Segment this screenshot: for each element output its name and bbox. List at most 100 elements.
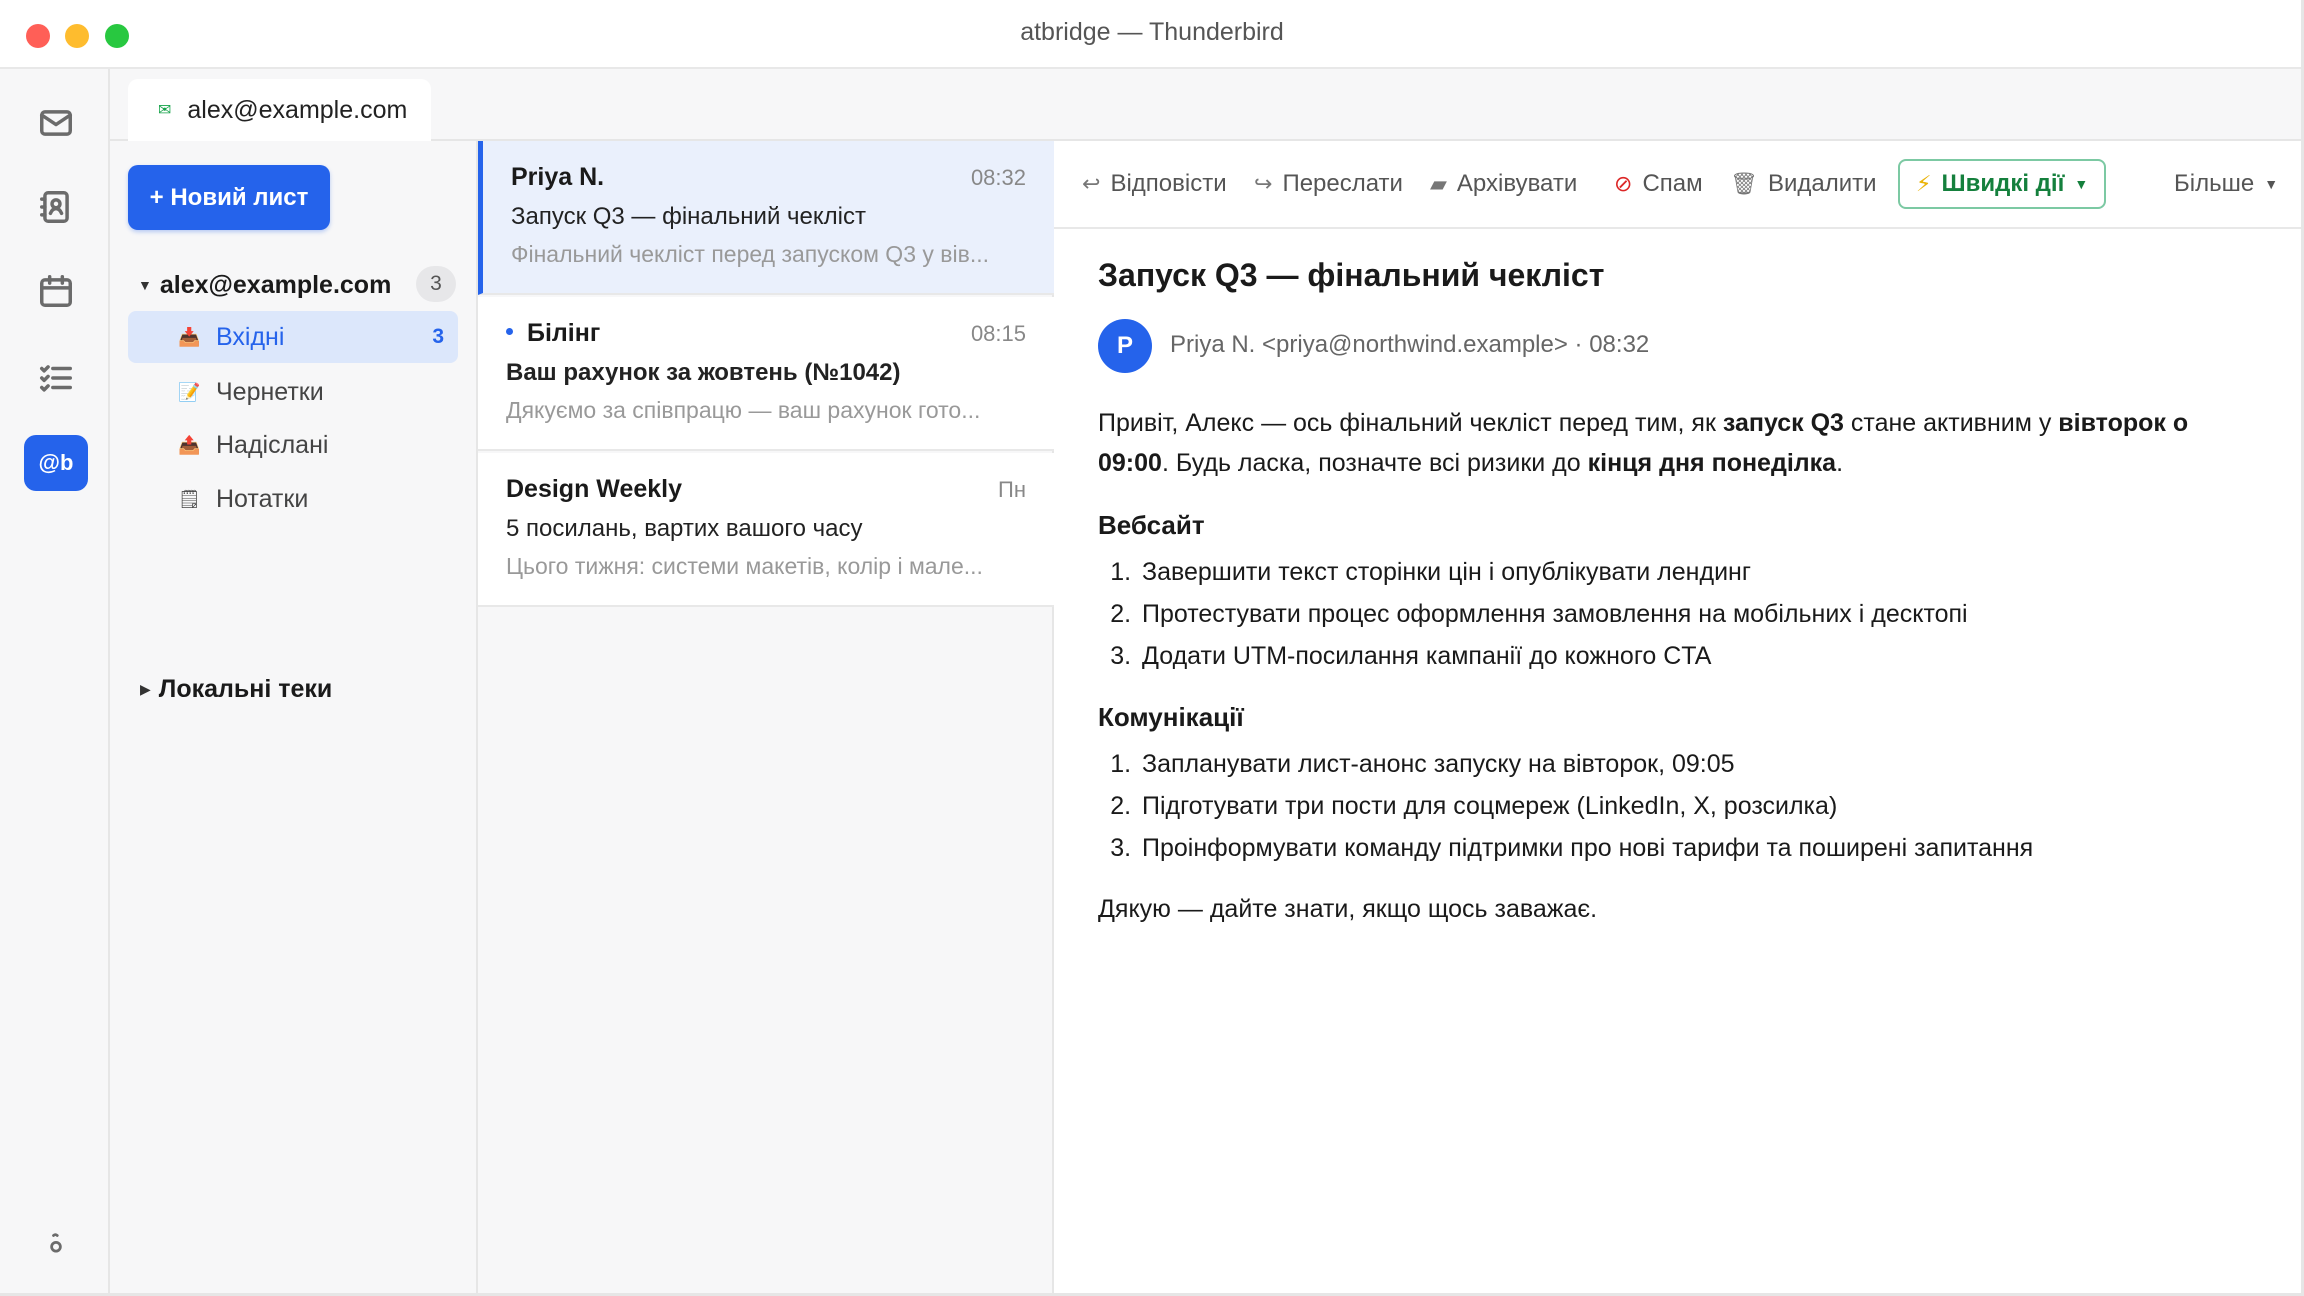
message-toolbar: ↩ Відповісти ↪ Переслати ▰ Архівувати ⊘ … (1054, 141, 2304, 229)
mail-icon (40, 110, 72, 136)
local-folders-label: Локальні теки (158, 675, 333, 703)
new-message-button[interactable]: + Новий лист (128, 165, 330, 230)
forward-button[interactable]: ↪ Переслати (1254, 159, 1403, 209)
message-sender: Design Weekly (506, 475, 683, 503)
folder-label: Чернетки (216, 377, 324, 406)
mail-space-button[interactable] (24, 95, 88, 151)
more-button[interactable]: Більше ▼ (2174, 159, 2278, 209)
spam-label: Спам (1642, 170, 1703, 197)
intro-text: стане активним у (1843, 409, 2059, 437)
chevron-down-icon[interactable]: ▼ (138, 277, 152, 293)
folder-label: Нотатки (216, 484, 309, 513)
folder-sent[interactable]: 📤 Надіслані (128, 419, 458, 471)
intro-bold: запуск Q3 (1722, 409, 1844, 437)
folder-unread-count: 3 (432, 325, 444, 348)
delete-button[interactable]: 🗑 Видалити (1730, 159, 1877, 209)
chevron-right-icon[interactable]: ▶ (140, 681, 151, 698)
unread-dot-icon (506, 327, 513, 335)
checklist: Запланувати лист-анонс запуску на вівтор… (1138, 743, 2258, 869)
address-book-button[interactable] (24, 179, 88, 235)
spam-icon: ⊘ (1614, 171, 1633, 196)
trash-icon: 🗑 (1730, 171, 1758, 196)
sender-line[interactable]: Priya N. <priya@northwind.example> · 08:… (1170, 331, 1649, 359)
folder-notes[interactable]: 🗒 Нотатки (128, 473, 458, 525)
calendar-icon (40, 275, 72, 307)
message-subject: 5 посилань, вартих вашого часу (506, 515, 863, 542)
spam-button[interactable]: ⊘ Спам (1614, 159, 1703, 209)
more-label: Більше (2174, 170, 2255, 197)
checklist-item: Проінформувати команду підтримки про нов… (1138, 827, 2258, 869)
atbridge-space-button[interactable]: @b (24, 435, 88, 491)
message-time: 08:32 (970, 165, 1026, 190)
address-book-icon (40, 191, 69, 223)
message-list: Priya N. 08:32 Запуск Q3 — фінальний чек… (478, 141, 1054, 1296)
reading-pane: ↩ Відповісти ↪ Переслати ▰ Архівувати ⊘ … (1054, 141, 2304, 1296)
intro-paragraph: Привіт, Алекс — ось фінальний чекліст пе… (1098, 403, 2258, 483)
checklist: Завершити текст сторінки цін і опублікув… (1138, 551, 2258, 677)
archive-icon: ▰ (1430, 171, 1447, 196)
tasks-button[interactable] (24, 350, 88, 406)
message-row[interactable]: Білінг 08:15 Ваш рахунок за жовтень (№10… (478, 297, 1054, 451)
notes-icon: 🗒 (178, 488, 201, 509)
checklist-item: Запланувати лист-анонс запуску на вівтор… (1138, 743, 2258, 785)
sent-icon: 📤 (178, 434, 201, 455)
message-time: 08:15 (970, 321, 1026, 346)
closing-paragraph: Дякую — дайте знати, якщо щось заважає. (1098, 895, 1598, 923)
delete-label: Видалити (1767, 170, 1877, 197)
account-unread-badge: 3 (416, 266, 456, 302)
intro-text: Привіт, Алекс — ось фінальний чекліст пе… (1098, 409, 1723, 437)
section-heading: Комунікації (1098, 702, 1244, 732)
tab-bar: ✉ alex@example.com (110, 69, 2304, 141)
archive-button[interactable]: ▰ Архівувати (1430, 159, 1577, 209)
account-name: alex@example.com (159, 270, 392, 299)
title-bar: atbridge — Thunderbird (0, 0, 2304, 69)
message-body: Привіт, Алекс — ось фінальний чекліст пе… (1098, 403, 2258, 951)
account-row[interactable]: ▼ alex@example.com 3 (138, 266, 458, 304)
atbridge-icon: @b (38, 450, 74, 475)
message-preview: Фінальний чекліст перед запуском Q3 у ві… (511, 241, 989, 267)
message-preview: Цього тижня: системи макетів, колір і ма… (506, 553, 983, 579)
message-time: Пн (998, 477, 1026, 502)
tab-account[interactable]: ✉ alex@example.com (128, 79, 432, 141)
message-row[interactable]: Priya N. 08:32 Запуск Q3 — фінальний чек… (478, 141, 1054, 295)
calendar-button[interactable] (24, 263, 88, 319)
intro-text: . Будь ласка, позначте всі ризики до (1161, 449, 1588, 477)
settings-button[interactable] (24, 1215, 88, 1271)
lightning-icon: ⚡ (1916, 171, 1932, 196)
spaces-toolbar: @b (0, 69, 110, 1296)
reply-label: Відповісти (1110, 170, 1227, 197)
drafts-icon: 📝 (178, 381, 201, 402)
intro-text: . (1836, 449, 1844, 477)
message-sender: Білінг (527, 319, 601, 347)
checklist-item: Підготувати три пости для соцмереж (Link… (1138, 785, 2258, 827)
checklist-item: Додати UTM-посилання кампанії до кожного… (1138, 635, 2258, 677)
avatar: P (1098, 319, 1152, 373)
folder-label: Вхідні (216, 322, 285, 351)
quick-actions-label: Швидкі дії (1941, 170, 2065, 197)
checklist-item: Протестувати процес оформлення замовленн… (1138, 593, 2258, 635)
reply-icon: ↩ (1082, 171, 1101, 196)
inbox-icon: 📥 (178, 326, 201, 347)
message-sender-wrap: Білінг (506, 319, 600, 348)
thunderbird-window: atbridge — Thunderbird @b ✉ alex@example… (0, 0, 2304, 1296)
message-row[interactable]: Design Weekly Пн 5 посилань, вартих вашо… (478, 453, 1054, 607)
reply-button[interactable]: ↩ Відповісти (1082, 159, 1227, 209)
section-heading: Вебсайт (1098, 510, 1205, 540)
folder-pane: + Новий лист ▼ alex@example.com 3 📥 Вхід… (110, 141, 478, 1296)
envelope-icon: ✉ (158, 102, 172, 119)
message-subject: Запуск Q3 — фінальний чекліст (511, 203, 866, 230)
folder-drafts[interactable]: 📝 Чернетки (128, 366, 458, 418)
forward-label: Переслати (1282, 170, 1403, 197)
chevron-down-icon: ▼ (2264, 176, 2279, 192)
checklist-item: Завершити текст сторінки цін і опублікув… (1138, 551, 2258, 593)
local-folders-row[interactable]: ▶ Локальні теки (140, 675, 332, 704)
settings-icon (50, 1233, 62, 1253)
quick-actions-button[interactable]: ⚡ Швидкі дії ▼ (1898, 159, 2107, 209)
chevron-down-icon: ▼ (2074, 176, 2089, 192)
message-subject: Ваш рахунок за жовтень (№1042) (506, 359, 901, 386)
folder-inbox[interactable]: 📥 Вхідні 3 (128, 311, 458, 363)
message-preview: Дякуємо за співпрацю — ваш рахунок гото.… (506, 397, 981, 423)
folder-label: Надіслані (216, 430, 329, 459)
archive-label: Архівувати (1456, 170, 1578, 197)
message-subject-heading: Запуск Q3 — фінальний чекліст (1098, 257, 1605, 293)
